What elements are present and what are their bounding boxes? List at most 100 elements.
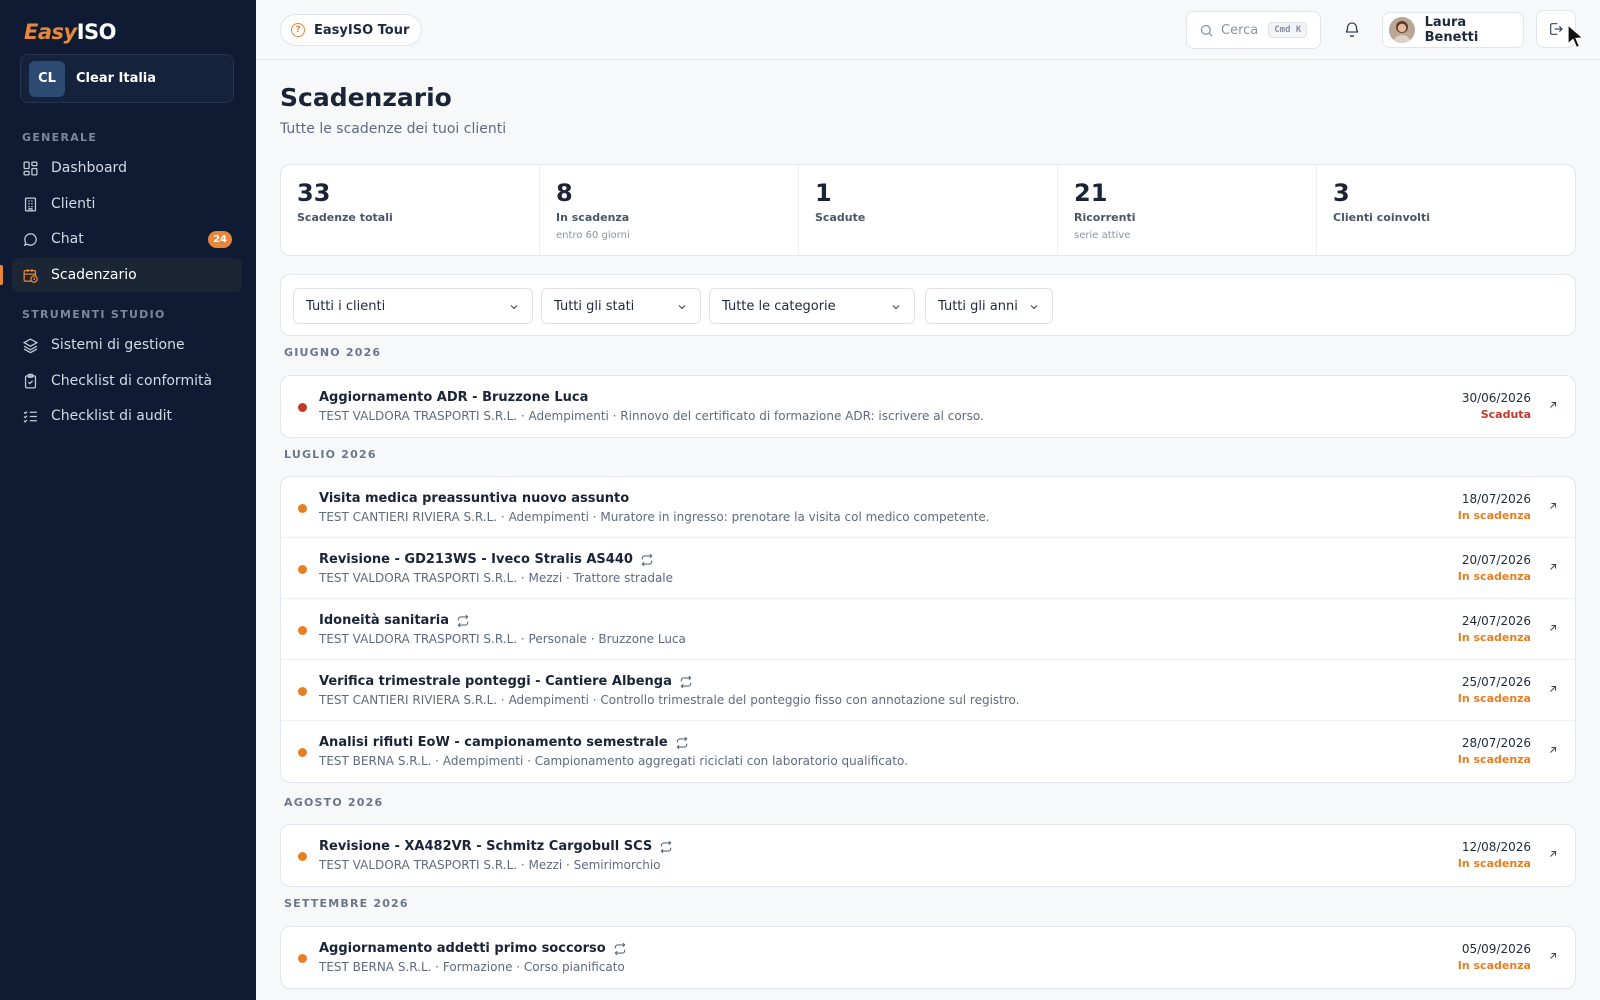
open-arrow-icon[interactable] bbox=[1547, 561, 1559, 573]
deadline-title-wrap: Analisi rifiuti EoW - campionamento seme… bbox=[319, 735, 689, 750]
top-bar: ? EasyISO Tour Cerca Cmd K Laura Benetti bbox=[256, 0, 1600, 60]
sidebar-item-scadenzario[interactable]: Scadenzario bbox=[12, 258, 242, 292]
deadline-row[interactable]: Revisione - GD213WS - Iveco Stralis AS44… bbox=[281, 538, 1575, 599]
status-dot bbox=[298, 687, 307, 696]
deadline-status: In scadenza bbox=[1457, 631, 1531, 644]
status-dot bbox=[298, 748, 307, 757]
unread-badge: 24 bbox=[208, 231, 232, 248]
search-placeholder: Cerca bbox=[1221, 22, 1259, 38]
user-menu[interactable]: Laura Benetti bbox=[1382, 12, 1524, 48]
deadline-date: 28/07/2026 bbox=[1461, 736, 1531, 750]
open-arrow-icon[interactable] bbox=[1547, 848, 1559, 860]
sidebar-item-chat[interactable]: Chat 24 bbox=[12, 222, 242, 256]
deadline-row[interactable]: Analisi rifiuti EoW - campionamento seme… bbox=[281, 721, 1575, 782]
month-header: AGOSTO 2026 bbox=[284, 796, 384, 809]
stat-label: Scadenze totali bbox=[297, 211, 393, 224]
select-value: Tutte le categorie bbox=[722, 298, 836, 314]
status-filter-select[interactable]: Tutti gli stati bbox=[541, 288, 701, 324]
deadline-group: Visita medica preassuntiva nuovo assunto… bbox=[280, 476, 1576, 783]
status-dot bbox=[298, 504, 307, 513]
app-logo[interactable]: EasyISO bbox=[24, 20, 117, 44]
chevron-down-icon bbox=[510, 305, 518, 310]
tour-button[interactable]: ? EasyISO Tour bbox=[280, 14, 423, 46]
deadline-row[interactable]: Visita medica preassuntiva nuovo assunto… bbox=[281, 477, 1575, 538]
status-dot bbox=[298, 403, 307, 412]
deadline-title: Verifica trimestrale ponteggi - Cantiere… bbox=[319, 674, 672, 689]
page-title: Scadenzario bbox=[280, 83, 452, 112]
year-filter-select[interactable]: Tutti gli anni bbox=[925, 288, 1053, 324]
deadline-title: Idoneità sanitaria bbox=[319, 613, 449, 628]
active-indicator bbox=[0, 265, 3, 285]
page-subtitle: Tutte le scadenze dei tuoi clienti bbox=[280, 121, 507, 137]
deadline-row[interactable]: Aggiornamento ADR - Bruzzone Luca TEST VA… bbox=[281, 376, 1575, 437]
help-icon: ? bbox=[291, 23, 305, 37]
organization-switcher[interactable]: CL Clear Italia bbox=[20, 54, 234, 103]
open-arrow-icon[interactable] bbox=[1547, 399, 1559, 411]
sidebar-item-checklist-audit[interactable]: Checklist di audit bbox=[12, 399, 242, 433]
stat-value: 21 bbox=[1074, 179, 1108, 207]
calendar-clock-icon bbox=[23, 268, 38, 283]
sidebar-item-sistemi-di-gestione[interactable]: Sistemi di gestione bbox=[12, 328, 242, 362]
search-shortcut: Cmd K bbox=[1268, 22, 1308, 38]
deadline-row[interactable]: Verifica trimestrale ponteggi - Cantiere… bbox=[281, 660, 1575, 721]
filters-bar: Tutti i clienti Tutti gli stati Tutte le… bbox=[280, 274, 1576, 336]
sidebar-item-label: Chat bbox=[51, 231, 84, 247]
month-header: LUGLIO 2026 bbox=[284, 448, 377, 461]
open-arrow-icon[interactable] bbox=[1547, 683, 1559, 695]
select-value: Tutti gli stati bbox=[554, 298, 635, 314]
deadline-title: Visita medica preassuntiva nuovo assunto bbox=[319, 491, 630, 506]
open-arrow-icon[interactable] bbox=[1547, 950, 1559, 962]
open-arrow-icon[interactable] bbox=[1547, 622, 1559, 634]
stat-total: 33 Scadenze totali bbox=[281, 165, 540, 255]
deadline-date: 12/08/2026 bbox=[1461, 840, 1531, 854]
sidebar-item-checklist-conformita[interactable]: Checklist di conformità bbox=[12, 364, 242, 398]
stat-value: 33 bbox=[297, 179, 331, 207]
category-filter-select[interactable]: Tutte le categorie bbox=[709, 288, 915, 324]
client-filter-select[interactable]: Tutti i clienti bbox=[293, 288, 533, 324]
deadline-meta: TEST BERNA S.R.L. · Adempimenti · Campio… bbox=[319, 754, 908, 768]
deadline-date: 25/07/2026 bbox=[1461, 675, 1531, 689]
list-check-icon bbox=[23, 410, 37, 423]
org-name: Clear Italia bbox=[76, 71, 157, 86]
section-label-general: GENERALE bbox=[22, 131, 98, 144]
stat-recurring: 21 Ricorrenti serie attive bbox=[1058, 165, 1317, 255]
deadline-date: 24/07/2026 bbox=[1461, 614, 1531, 628]
sidebar-item-label: Clienti bbox=[51, 196, 96, 212]
deadline-status: In scadenza bbox=[1457, 753, 1531, 766]
deadline-title: Revisione - XA482VR - Schmitz Cargobull … bbox=[319, 839, 653, 854]
repeat-icon bbox=[660, 840, 672, 853]
deadline-title-wrap: Revisione - GD213WS - Iveco Stralis AS44… bbox=[319, 552, 654, 567]
month-header: GIUGNO 2026 bbox=[284, 346, 382, 359]
deadline-meta: TEST CANTIERI RIVIERA S.R.L. · Adempimen… bbox=[319, 693, 1020, 707]
sidebar-item-dashboard[interactable]: Dashboard bbox=[12, 151, 242, 185]
month-header: SETTEMBRE 2026 bbox=[284, 897, 409, 910]
mouse-cursor-icon bbox=[1567, 24, 1585, 49]
deadline-group: Aggiornamento addetti primo soccorso TEST… bbox=[280, 926, 1576, 989]
stat-label: Clienti coinvolti bbox=[1333, 211, 1430, 224]
deadline-date: 05/09/2026 bbox=[1461, 942, 1531, 956]
open-arrow-icon[interactable] bbox=[1547, 500, 1559, 512]
deadline-meta: TEST VALDORA TRASPORTI S.R.L. · Adempime… bbox=[319, 409, 984, 423]
deadline-date: 30/06/2026 bbox=[1461, 391, 1531, 405]
stat-clients: 3 Clienti coinvolti bbox=[1317, 165, 1575, 255]
layers-icon bbox=[22, 337, 39, 353]
stat-value: 3 bbox=[1333, 179, 1350, 207]
select-value: Tutti i clienti bbox=[306, 298, 386, 314]
deadline-date: 20/07/2026 bbox=[1461, 553, 1531, 567]
search-box[interactable]: Cerca Cmd K bbox=[1186, 11, 1321, 49]
bell-icon[interactable] bbox=[1343, 20, 1361, 38]
deadline-row[interactable]: Aggiornamento addetti primo soccorso TEST… bbox=[281, 927, 1575, 988]
repeat-icon bbox=[676, 736, 688, 749]
sidebar-item-clienti[interactable]: Clienti bbox=[12, 187, 242, 221]
deadline-title-wrap: Verifica trimestrale ponteggi - Cantiere… bbox=[319, 674, 693, 689]
open-arrow-icon[interactable] bbox=[1547, 744, 1559, 756]
status-dot bbox=[298, 852, 307, 861]
deadline-row[interactable]: Revisione - XA482VR - Schmitz Cargobull … bbox=[281, 825, 1575, 886]
status-dot bbox=[298, 954, 307, 963]
stat-sublabel: serie attive bbox=[1074, 230, 1131, 241]
deadline-meta: TEST VALDORA TRASPORTI S.R.L. · Personal… bbox=[319, 632, 686, 646]
deadline-title-wrap: Visita medica preassuntiva nuovo assunto bbox=[319, 491, 629, 506]
deadline-row[interactable]: Idoneità sanitaria TEST VALDORA TRASPORTI… bbox=[281, 599, 1575, 660]
deadline-title: Revisione - GD213WS - Iveco Stralis AS44… bbox=[319, 552, 633, 567]
deadline-title-wrap: Aggiornamento ADR - Bruzzone Luca bbox=[319, 390, 588, 405]
